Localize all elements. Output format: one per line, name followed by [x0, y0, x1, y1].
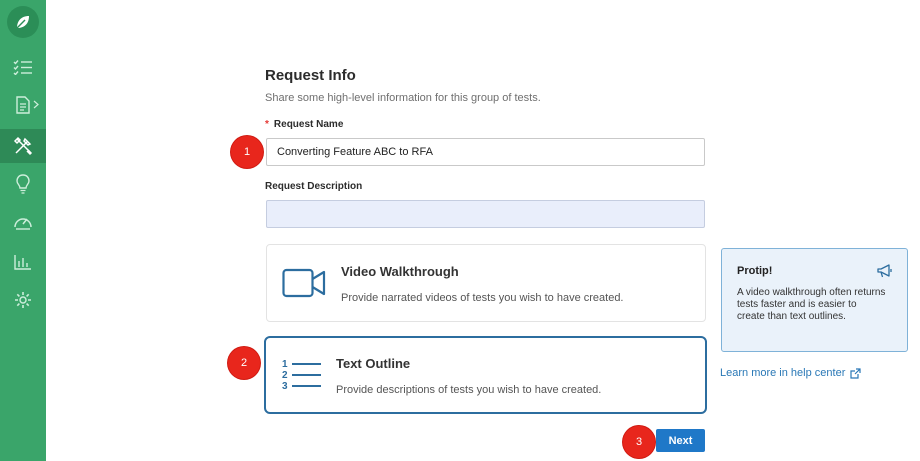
- gear-icon: [15, 292, 31, 308]
- svg-text:1: 1: [282, 359, 288, 370]
- step-marker-2: 2: [228, 347, 260, 379]
- svg-text:2: 2: [282, 370, 288, 381]
- numbered-list-icon: 123: [282, 359, 321, 392]
- text-outline-description: Provide descriptions of tests you wish t…: [336, 384, 602, 396]
- step-marker-3: 3: [623, 426, 655, 458]
- sidebar-item-documents[interactable]: [0, 88, 46, 122]
- video-walkthrough-title: Video Walkthrough: [341, 264, 459, 279]
- chevron-right-icon: [33, 100, 39, 109]
- tools-icon: [13, 136, 33, 156]
- help-center-link[interactable]: Learn more in help center: [720, 367, 861, 379]
- video-walkthrough-option[interactable]: Video Walkthrough Provide narrated video…: [266, 244, 706, 322]
- protip-box: Protip! A video walkthrough often return…: [721, 248, 908, 352]
- megaphone-icon: [877, 264, 892, 278]
- video-walkthrough-description: Provide narrated videos of tests you wis…: [341, 292, 624, 304]
- lightbulb-icon: [16, 174, 30, 194]
- external-link-icon: [850, 367, 861, 379]
- svg-text:3: 3: [282, 381, 288, 392]
- page-title: Request Info: [265, 67, 356, 84]
- step-marker-1: 1: [231, 136, 263, 168]
- sidebar-item-tools[interactable]: [0, 129, 46, 163]
- required-marker: *: [265, 119, 269, 130]
- sidebar-item-ideas[interactable]: [0, 167, 46, 201]
- video-camera-icon: [282, 268, 326, 298]
- request-description-input[interactable]: [266, 200, 705, 228]
- bar-chart-icon: [14, 255, 31, 270]
- text-outline-option[interactable]: 123 Text Outline Provide descriptions of…: [264, 336, 707, 414]
- sidebar-item-checklist[interactable]: [0, 50, 46, 84]
- request-name-label-text: Request Name: [273, 119, 344, 130]
- sidebar: [0, 0, 46, 461]
- protip-title: Protip!: [737, 265, 773, 277]
- protip-text: A video walkthrough often returns tests …: [737, 287, 886, 322]
- help-center-link-label: Learn more in help center: [720, 367, 846, 379]
- sidebar-item-settings[interactable]: [0, 283, 46, 317]
- request-name-input[interactable]: [266, 138, 705, 166]
- request-name-label: * Request Name: [265, 119, 343, 130]
- checklist-icon: [13, 60, 32, 75]
- leaf-icon[interactable]: [7, 6, 39, 38]
- next-button[interactable]: Next: [656, 429, 705, 452]
- document-icon: [16, 96, 30, 114]
- sidebar-item-dashboard[interactable]: [0, 205, 46, 239]
- page-subtitle: Share some high-level information for th…: [265, 92, 541, 104]
- sidebar-item-reports[interactable]: [0, 245, 46, 279]
- speedometer-icon: [14, 218, 32, 230]
- request-description-label: Request Description: [265, 181, 363, 192]
- text-outline-title: Text Outline: [336, 356, 411, 371]
